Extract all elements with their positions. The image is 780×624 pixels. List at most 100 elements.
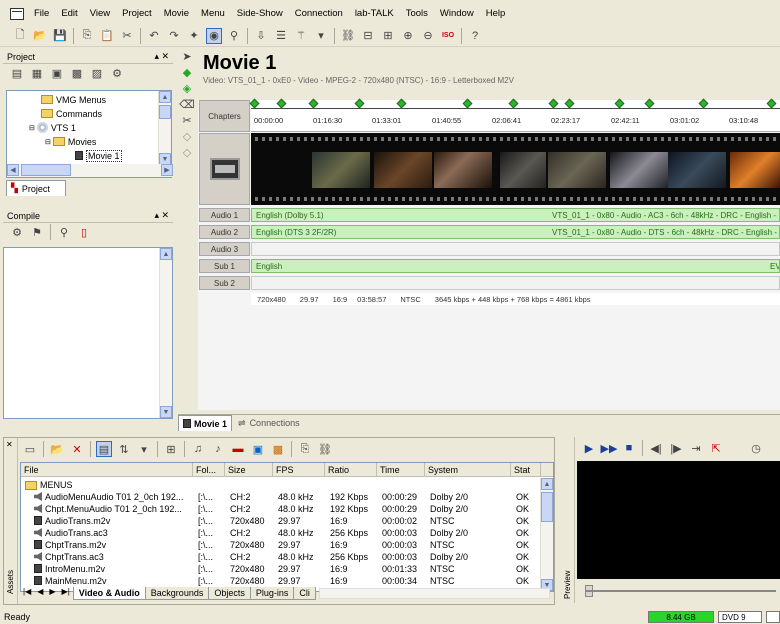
fast-forward-icon[interactable]: ▶▶ <box>601 440 618 456</box>
asset-row[interactable]: IntroMenu.m2v [:\... 720x480 29.97 16:9 00:01… <box>24 563 538 575</box>
zoom-in-icon[interactable]: ⊕ <box>400 28 416 44</box>
collapse-icon[interactable]: ⊟ <box>45 138 51 146</box>
report-icon[interactable]: ☰ <box>273 28 289 44</box>
tab-movie-1[interactable]: Movie 1 <box>178 415 233 431</box>
new-icon[interactable]: 🗋 <box>12 28 28 44</box>
tab-first-icon[interactable]: |◀ <box>20 587 34 596</box>
scroll-left-icon[interactable]: ◀ <box>7 164 19 176</box>
compile-settings-icon[interactable]: ⚙ <box>9 224 25 240</box>
menu-file[interactable]: File <box>28 5 55 23</box>
asset-delete-icon[interactable]: ✕ <box>69 441 85 457</box>
asset-flag-icon[interactable]: ▬ <box>230 441 246 457</box>
open-icon[interactable]: 📂 <box>32 28 48 44</box>
col-fps[interactable]: FPS <box>273 463 325 476</box>
menu-view[interactable]: View <box>84 5 116 23</box>
col-time[interactable]: Time <box>377 463 425 476</box>
asset-row[interactable]: ChptTrans.ac3 [:\... CH:2 48.0 kHz 256 Kbps 0… <box>24 551 538 563</box>
asset-row[interactable]: Chpt.MenuAudio T01 2_0ch 192... [:\... CH:… <box>24 503 538 515</box>
add-titleset-icon[interactable]: ▦ <box>29 65 45 81</box>
tree-item-movie-1[interactable]: Movie 1 <box>75 149 122 162</box>
tree-item-movies[interactable]: ⊟ Movies <box>45 135 96 148</box>
menu-movie[interactable]: Movie <box>158 5 195 23</box>
col-file[interactable]: File <box>21 463 193 476</box>
col-ratio[interactable]: Ratio <box>325 463 377 476</box>
scroll-up-icon[interactable]: ▲ <box>160 248 172 260</box>
asset-row[interactable]: AudioTrans.ac3 [:\... CH:2 48.0 kHz 256 Kbps… <box>24 527 538 539</box>
stop-icon[interactable]: ■ <box>621 440 637 456</box>
marker-tool-2-icon[interactable]: ◇ <box>179 144 195 160</box>
scroll-up-icon[interactable]: ▲ <box>159 91 171 103</box>
asset-audio-icon[interactable]: ♫ <box>190 441 206 457</box>
marker-tool-icon[interactable]: ◇ <box>179 128 195 144</box>
collapse-icon[interactable]: ⊟ <box>29 124 35 132</box>
menu-lab-talk[interactable]: lab-TALK <box>349 5 400 23</box>
tab-backgrounds[interactable]: Backgrounds <box>144 587 210 600</box>
tabs-hscroll[interactable] <box>318 588 550 599</box>
tree-item-vmg-menus[interactable]: VMG Menus <box>41 93 106 106</box>
audio1-track[interactable]: English (Dolby 5.1) VTS_01_1 - 0x80 - Au… <box>251 208 780 222</box>
add-movie-icon[interactable]: ▣ <box>49 65 65 81</box>
step-forward-icon[interactable]: |▶ <box>668 440 684 456</box>
magic-wand-icon[interactable]: ⚚ <box>293 28 309 44</box>
scissors-tool-icon[interactable]: ✂ <box>179 112 195 128</box>
audio3-track[interactable] <box>251 242 780 256</box>
step-back-icon[interactable]: ◀| <box>648 440 664 456</box>
scroll-up-icon[interactable]: ▲ <box>541 478 553 490</box>
eraser-tool-icon[interactable]: ⌫ <box>179 96 195 112</box>
tab-last-icon[interactable]: ▶| <box>59 587 73 596</box>
pointer-tool-icon[interactable]: ➤ <box>179 48 195 64</box>
audio2-track[interactable]: English (DTS 3 2F/2R) VTS_01_1 - 0x80 - … <box>251 225 780 239</box>
sub1-track[interactable]: English EV <box>251 259 780 273</box>
compile-scrollbar[interactable]: ▲ ▼ <box>159 248 172 418</box>
col-folder[interactable]: Fol... <box>193 463 225 476</box>
panel-controls-icon[interactable]: ▴ ✕ <box>154 210 169 221</box>
preview-screen[interactable] <box>577 461 780 579</box>
asset-tree-icon[interactable]: ⊞ <box>163 441 179 457</box>
asset-row[interactable]: AudioMenuAudio T01 2_0ch 192... [:\... CH:… <box>24 491 538 503</box>
tree-item-vts-1[interactable]: ⊟ VTS 1 <box>29 121 76 134</box>
panel-controls-icon[interactable]: ▴ ✕ <box>154 51 169 62</box>
tab-objects[interactable]: Objects <box>208 587 251 600</box>
mark-out-icon[interactable]: ⇱ <box>708 440 724 456</box>
preview-seekbar[interactable] <box>577 581 780 601</box>
copy-icon[interactable]: ⎘ <box>79 28 95 44</box>
assets-folder-menus[interactable]: MENUS <box>25 479 73 491</box>
tab-clips[interactable]: Cli <box>293 587 316 600</box>
save-icon[interactable]: 💾 <box>52 28 68 44</box>
project-tab[interactable]: ▚ Project <box>6 180 66 196</box>
asset-list-icon[interactable]: ▤ <box>96 441 112 457</box>
compile-log-icon[interactable]: ▯ <box>76 224 92 240</box>
dropdown-arrow-icon[interactable]: ▾ <box>313 28 329 44</box>
app-icon[interactable] <box>10 8 24 20</box>
asset-copy-icon[interactable]: ⎘ <box>297 441 313 457</box>
asset-image-icon[interactable]: ▣ <box>250 441 266 457</box>
assets-close-icon[interactable]: ✕ <box>4 438 17 451</box>
menu-connection[interactable]: Connection <box>289 5 349 23</box>
redo-icon[interactable]: ↷ <box>166 28 182 44</box>
dropdown-arrow-icon[interactable]: ▾ <box>136 441 152 457</box>
col-size[interactable]: Size <box>225 463 273 476</box>
dvd-type-select[interactable]: DVD 9 <box>718 610 762 623</box>
tab-video-audio[interactable]: Video & Audio <box>72 587 146 600</box>
asset-row[interactable]: MainMenu.m2v [:\... 720x480 29.97 16:9 00:00:… <box>24 575 538 587</box>
col-status[interactable]: Stat <box>511 463 541 476</box>
undo-icon[interactable]: ↶ <box>146 28 162 44</box>
burn-disc-icon[interactable]: ◉ <box>206 27 222 44</box>
tree-horizontal-scrollbar[interactable]: ◀ ▶ <box>7 164 173 177</box>
add-script-icon[interactable]: ▨ <box>89 65 105 81</box>
clock-icon[interactable]: ◷ <box>748 440 764 456</box>
chapter-icon[interactable]: ⊟ <box>360 28 376 44</box>
tree-vertical-scrollbar[interactable]: ▲ ▼ <box>158 91 171 165</box>
menu-menu[interactable]: Menu <box>195 5 231 23</box>
help-icon[interactable]: ? <box>467 28 483 44</box>
compile-find-icon[interactable]: ⚲ <box>56 224 72 240</box>
menu-help[interactable]: Help <box>480 5 512 23</box>
find-icon[interactable]: ⚲ <box>226 28 242 44</box>
compile-run-icon[interactable]: ⚑ <box>29 224 45 240</box>
paste-icon[interactable]: 📋 <box>99 28 115 44</box>
col-system[interactable]: System <box>425 463 511 476</box>
tab-next-icon[interactable]: ▶ <box>46 587 58 596</box>
menu-side-show[interactable]: Side-Show <box>231 5 289 23</box>
menu-window[interactable]: Window <box>434 5 480 23</box>
asset-list-scrollbar[interactable]: ▲ ▼ <box>540 478 553 591</box>
